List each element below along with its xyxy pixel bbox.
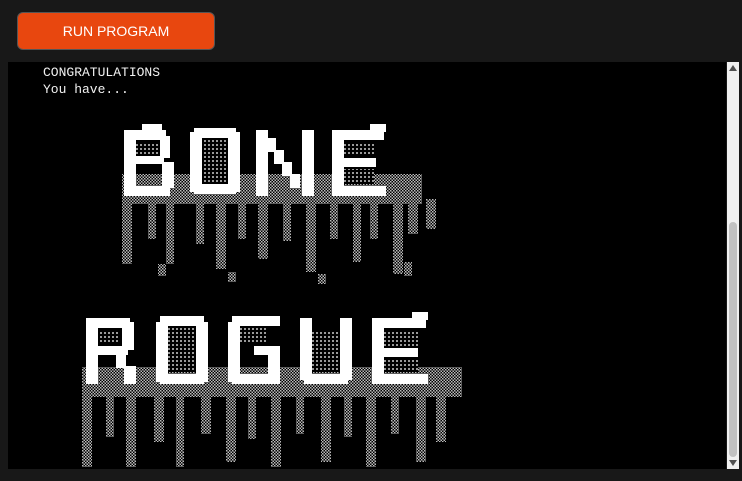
terminal-lines: CONGRATULATIONS You have... <box>43 64 160 98</box>
bone-banner <box>122 124 436 284</box>
scroll-up-icon[interactable] <box>727 62 739 74</box>
bottom-bar <box>0 469 742 481</box>
run-program-button[interactable]: RUN PROGRAM <box>17 12 215 50</box>
toolbar: RUN PROGRAM <box>0 0 742 62</box>
terminal-line-you-have: You have... <box>43 82 129 97</box>
rogue-banner <box>82 312 462 467</box>
terminal-output[interactable]: CONGRATULATIONS You have... <box>8 62 726 469</box>
vertical-scrollbar[interactable] <box>727 62 739 469</box>
terminal-line-congratulations: CONGRATULATIONS <box>43 65 161 80</box>
scroll-thumb[interactable] <box>729 222 737 457</box>
scroll-down-icon[interactable] <box>727 457 739 469</box>
